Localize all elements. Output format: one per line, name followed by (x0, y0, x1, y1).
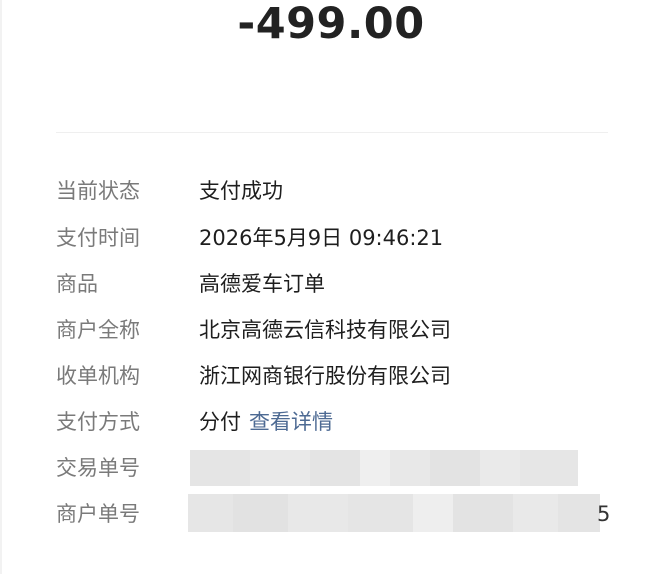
row-acquirer: 收单机构 浙江网商银行股份有限公司 (56, 360, 616, 392)
pay-time-value: 2026年5月9日 09:46:21 (199, 226, 444, 250)
status-value: 支付成功 (199, 179, 283, 203)
payment-amount: -499.00 (237, 0, 425, 49)
status-label: 当前状态 (56, 179, 140, 203)
merchant-label: 商户全称 (56, 318, 140, 342)
row-status: 当前状态 支付成功 (56, 175, 616, 207)
product-label: 商品 (56, 272, 98, 296)
window-left-edge (0, 0, 2, 574)
merchant-no-label: 商户单号 (56, 502, 140, 526)
divider (56, 132, 608, 133)
row-merchant: 商户全称 北京高德云信科技有限公司 (56, 314, 616, 346)
merchant-no-tail: 5 (597, 502, 611, 526)
acquirer-label: 收单机构 (56, 364, 140, 388)
merchant-value: 北京高德云信科技有限公司 (199, 318, 451, 342)
acquirer-value: 浙江网商银行股份有限公司 (199, 364, 451, 388)
product-value: 高德爱车订单 (199, 272, 325, 296)
trade-no-redacted (190, 450, 578, 486)
row-pay-time: 支付时间 2026年5月9日 09:46:21 (56, 222, 616, 254)
pay-method-value-group: 分付 查看详情 (199, 406, 333, 438)
row-pay-method: 支付方式 分付 查看详情 (56, 406, 616, 438)
view-details-link[interactable]: 查看详情 (249, 410, 333, 434)
pay-time-label: 支付时间 (56, 226, 140, 250)
pay-method-value: 分付 (199, 410, 241, 434)
trade-no-label: 交易单号 (56, 456, 140, 480)
merchant-no-redacted (188, 494, 600, 532)
row-product: 商品 高德爱车订单 (56, 268, 616, 300)
pay-method-label: 支付方式 (56, 410, 140, 434)
